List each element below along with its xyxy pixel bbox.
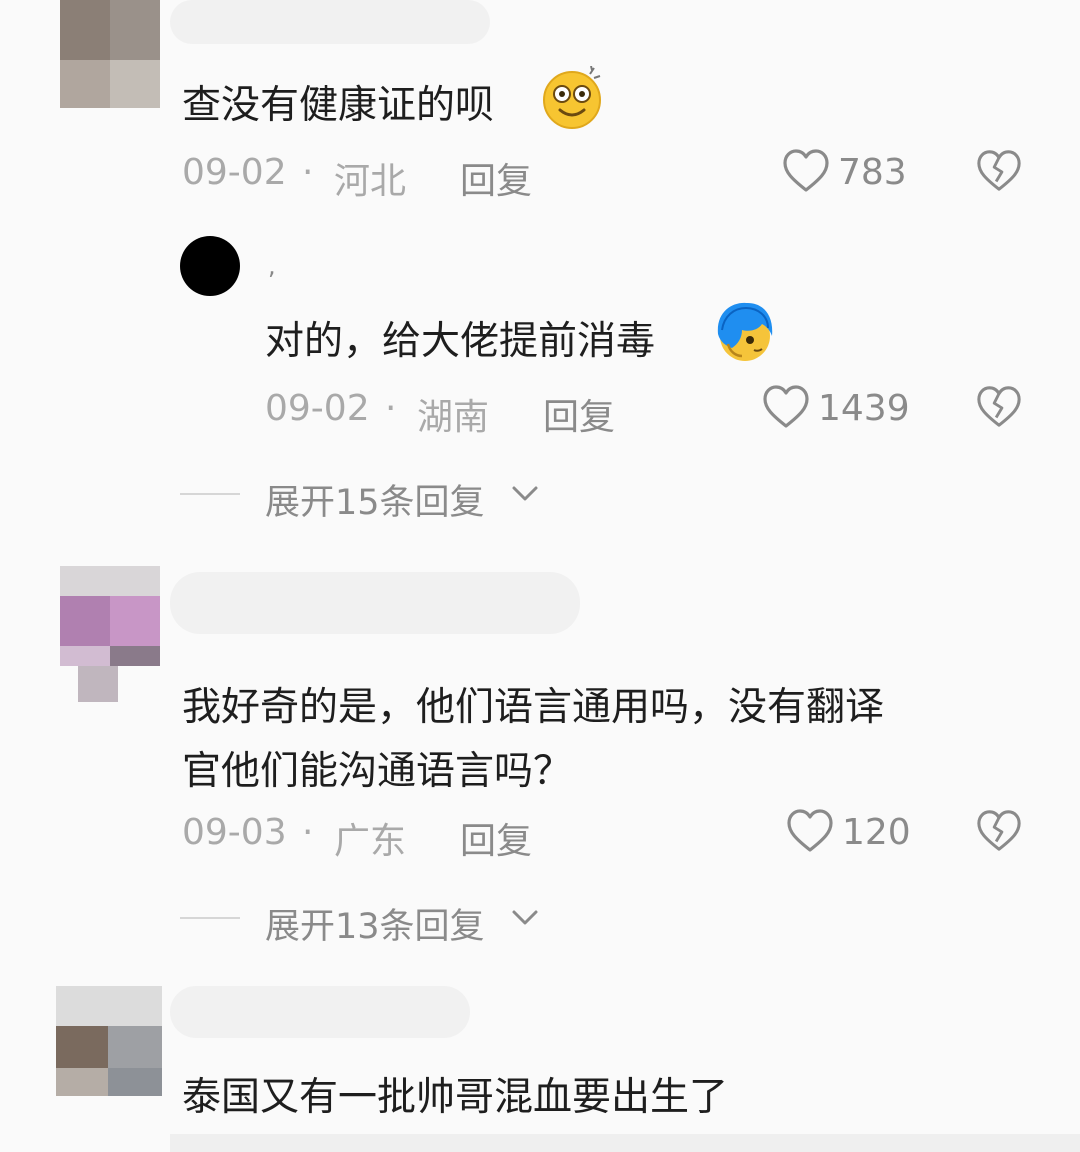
comment-text-line2: 官他们能沟通语言吗？ [182,749,573,794]
reply-button[interactable]: 回复 [460,152,532,204]
username-redacted [170,986,470,1038]
dizzy-smile-emoji-icon [540,66,604,130]
dislike-broken-heart-icon[interactable] [976,384,1022,430]
meta-separator: · [302,152,314,193]
comment-date: 09-03 [182,812,287,853]
username-redacted [170,0,490,44]
chevron-down-icon[interactable] [510,906,540,928]
like-count: 1439 [818,388,910,429]
expand-replies-button[interactable]: 展开15条回复 [265,474,485,525]
reply-text: 对的，给大佬提前消毒 [265,319,656,364]
like-count: 783 [838,152,907,193]
comment-location: 广东 [334,821,407,862]
reply-date: 09-02 [265,388,370,429]
blue-hair-emoji-icon [712,300,778,364]
username-redacted [170,572,580,634]
like-heart-icon[interactable] [786,808,834,854]
like-heart-icon[interactable] [762,384,810,430]
comment-date: 09-02 [182,152,287,193]
expand-divider [180,493,240,495]
dislike-broken-heart-icon[interactable] [976,808,1022,854]
reply-username: , [268,252,276,280]
expand-divider [180,917,240,919]
dislike-broken-heart-icon[interactable] [976,148,1022,194]
comment-location: 河北 [334,161,407,202]
expand-replies-button[interactable]: 展开13条回复 [265,898,485,949]
like-count: 120 [842,812,911,853]
meta-separator: · [385,388,397,429]
meta-separator: · [302,812,314,853]
comment-text: 查没有健康证的呗 [182,83,495,128]
cutoff-meta-row [170,1134,1080,1152]
chevron-down-icon[interactable] [510,482,540,504]
like-heart-icon[interactable] [782,148,830,194]
reply-avatar[interactable] [180,236,240,296]
comment-text-line1: 我好奇的是，他们语言通用吗，没有翻译 [182,685,885,730]
avatar[interactable] [56,986,162,1096]
reply-button[interactable]: 回复 [543,388,615,440]
reply-button[interactable]: 回复 [460,812,532,864]
avatar[interactable] [60,0,160,108]
comment-text: 泰国又有一批帅哥混血要出生了 [182,1075,729,1120]
reply-location: 湖南 [417,397,490,438]
avatar[interactable] [60,566,160,702]
